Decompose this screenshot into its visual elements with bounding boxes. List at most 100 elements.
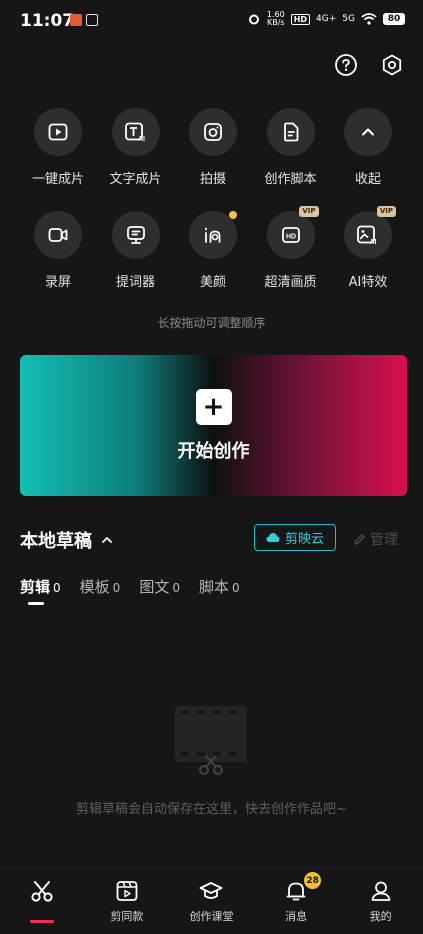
status-time: 11:07 [20,11,75,31]
tool-icon-circle: AI VIP [344,206,396,259]
tab-count: 0 [53,581,61,595]
start-creation-button[interactable]: + 开始创作 [20,355,407,496]
chevron-up-icon [362,128,374,136]
tool-label: 超清画质 [264,275,317,290]
svg-text:AI: AI [138,136,145,143]
empty-drafts-illustration [175,706,247,775]
battery-icon: 80 [383,13,405,25]
status-indicators: 1.60 KB/s HD 4G+ 5G 80 [247,11,405,27]
nav-label: 创作课堂 [189,910,234,923]
app-notification-icon [70,14,82,26]
tool-icon-circle [189,211,237,259]
svg-text:AI: AI [370,239,377,246]
tool-label: 美颜 [199,275,226,290]
status-bar: 11:07 1.60 KB/s HD 4G+ 5G 80 [0,0,423,40]
start-creation-label: 开始创作 [177,440,250,462]
tool-one-click-video[interactable]: 一键成片 [20,108,96,187]
tool-label: 文字成片 [109,172,162,187]
graduation-cap-icon [200,882,223,899]
cloud-button[interactable]: 剪映云 [254,524,336,551]
tool-screen-record[interactable]: 录屏 [20,211,96,290]
tool-icon-circle: HD VIP [266,206,319,259]
tab-image-text[interactable]: 图文 0 [139,576,180,597]
nav-messages[interactable]: 28 消息 [254,868,339,934]
tool-teleprompter[interactable]: 提词器 [98,211,174,290]
help-icon[interactable] [333,52,359,78]
tool-icon-circle [34,108,82,156]
tool-grid: 一键成片 AI 文字成片 拍摄 创作脚本 收起 录屏 提词器 美颜 HD VIP… [20,108,406,290]
tool-text-to-video[interactable]: AI 文字成片 [98,108,174,187]
tool-shoot[interactable]: 拍摄 [175,108,251,187]
tab-script[interactable]: 脚本 0 [199,576,240,597]
nav-label: 我的 [369,910,392,923]
tab-label: 脚本 [198,578,229,596]
tool-label: 提词器 [115,275,155,290]
tool-icon-circle [111,211,160,259]
signal-4g: 4G+ [316,14,337,24]
tool-label: 拍摄 [199,172,226,187]
cloud-icon [266,533,280,542]
tool-icon-circle [189,108,237,156]
tool-label: 录屏 [44,275,71,290]
beauty-icon [205,227,221,243]
tab-template[interactable]: 模板 0 [80,576,121,597]
user-icon [371,881,391,901]
plus-icon: + [195,388,232,425]
nav-profile[interactable]: 我的 [338,868,423,934]
vip-badge: VIP [376,206,396,217]
tab-indicator [28,602,44,605]
chevron-up-icon [102,537,112,543]
tool-row: 录屏 提词器 美颜 HD VIP 超清画质 AI VIP AI特效 [20,206,406,290]
tab-label: 模板 [79,578,110,596]
tool-ai-effects[interactable]: AI VIP AI特效 [330,206,406,290]
tool-beauty[interactable]: 美颜 [175,211,251,290]
tab-count: 0 [112,581,121,595]
nav-label: 消息 [285,910,308,923]
nav-edit[interactable] [0,868,85,934]
script-icon [283,122,298,142]
tab-count: 0 [231,581,240,595]
wifi-icon [361,13,377,25]
manage-label: 管理 [370,532,398,548]
net-speed: 1.60 KB/s [266,10,285,27]
svg-text:HD: HD [286,234,296,241]
tool-hd-quality[interactable]: HD VIP 超清画质 [253,206,329,290]
reorder-hint: 长按拖动可调整顺序 [157,316,266,330]
tab-count: 0 [172,581,180,595]
tool-label: AI特效 [348,275,388,290]
camera-icon [204,123,222,141]
tool-icon-circle [34,211,82,259]
tab-label: 剪辑 [20,578,51,596]
tool-collapse[interactable]: 收起 [330,108,406,187]
tool-label: 创作脚本 [264,172,317,187]
tool-row: 一键成片 AI 文字成片 拍摄 创作脚本 收起 [20,108,406,187]
hd-signal-icon: HD [290,13,311,25]
empty-state-text: 剪辑草稿会自动保存在这里，快去创作作品吧~ [76,802,347,817]
play-box-icon [48,123,68,141]
tool-icon-circle: AI [111,108,160,156]
tab-edit[interactable]: 剪辑 0 [20,576,61,605]
new-dot [229,211,237,219]
draft-tabs: 剪辑 0 模板 0 图文 0 脚本 0 [20,576,240,605]
nav-templates[interactable]: 剪同款 [85,868,170,934]
hd-icon: HD [281,227,300,243]
gallery-notification-icon [86,14,98,26]
tool-script[interactable]: 创作脚本 [253,108,329,187]
cloud-label: 剪映云 [284,532,324,547]
bottom-nav: 剪同款 创作课堂 28 消息 我的 [0,867,423,934]
ai-effect-icon: AI [357,225,377,246]
teleprompter-icon [126,226,145,244]
vip-badge: VIP [299,206,319,217]
tool-icon-circle [266,108,315,156]
manage-button[interactable]: 管理 [353,529,398,549]
signal-5g: 5G [342,14,355,24]
scissors-icon [31,881,53,902]
tool-label: 收起 [354,172,381,187]
video-camera-icon [48,228,68,242]
nav-label: 剪同款 [110,910,144,923]
local-drafts-header[interactable]: 本地草稿 [20,527,114,553]
settings-icon[interactable] [379,52,405,78]
nav-classroom[interactable]: 创作课堂 [169,868,254,934]
pencil-icon [354,533,365,545]
nav-indicator [30,920,55,923]
